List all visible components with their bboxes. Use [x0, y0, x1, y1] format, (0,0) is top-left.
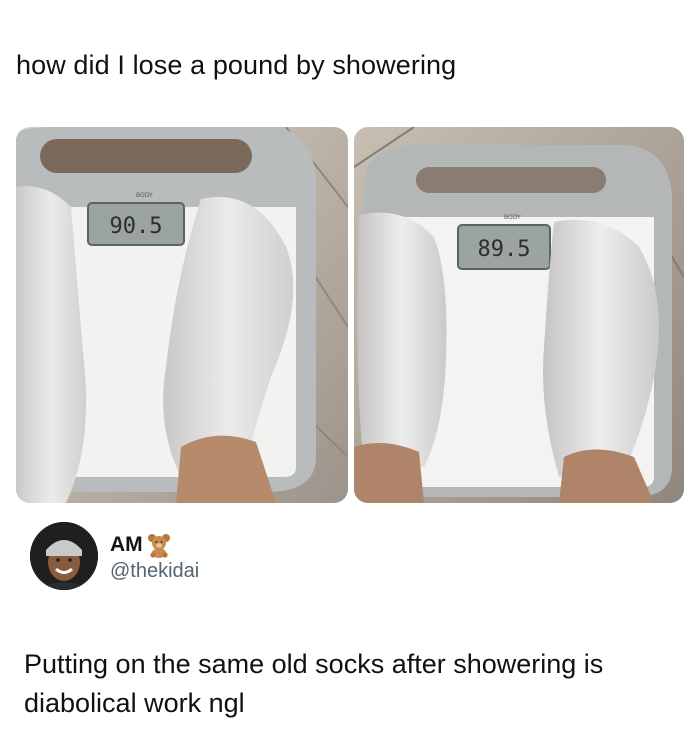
- photo-after-shower[interactable]: BODY 89.5: [354, 127, 684, 503]
- reply-text: Putting on the same old socks after show…: [24, 649, 604, 718]
- avatar-image: [30, 522, 98, 590]
- scale-reading-left: 90.5: [110, 214, 163, 239]
- post-caption: how did I lose a pound by showering: [16, 50, 457, 80]
- teddy-bear-icon: [147, 534, 170, 558]
- author-handle[interactable]: @thekidai: [110, 560, 199, 583]
- avatar[interactable]: [30, 522, 98, 590]
- photo-before-shower[interactable]: BODY 90.5: [16, 127, 348, 503]
- reply-author: AM @thekidai: [30, 522, 670, 594]
- scale-brand-left: BODY: [136, 192, 153, 199]
- author-name[interactable]: AM: [110, 533, 143, 557]
- photo-grid: BODY 90.5 BODY 89.5: [16, 127, 684, 503]
- scale-photo-right: BODY 89.5: [354, 127, 684, 503]
- scale-brand-right: BODY: [504, 214, 521, 221]
- scale-reading-right: 89.5: [478, 237, 531, 262]
- scale-photo-left: BODY 90.5: [16, 127, 348, 503]
